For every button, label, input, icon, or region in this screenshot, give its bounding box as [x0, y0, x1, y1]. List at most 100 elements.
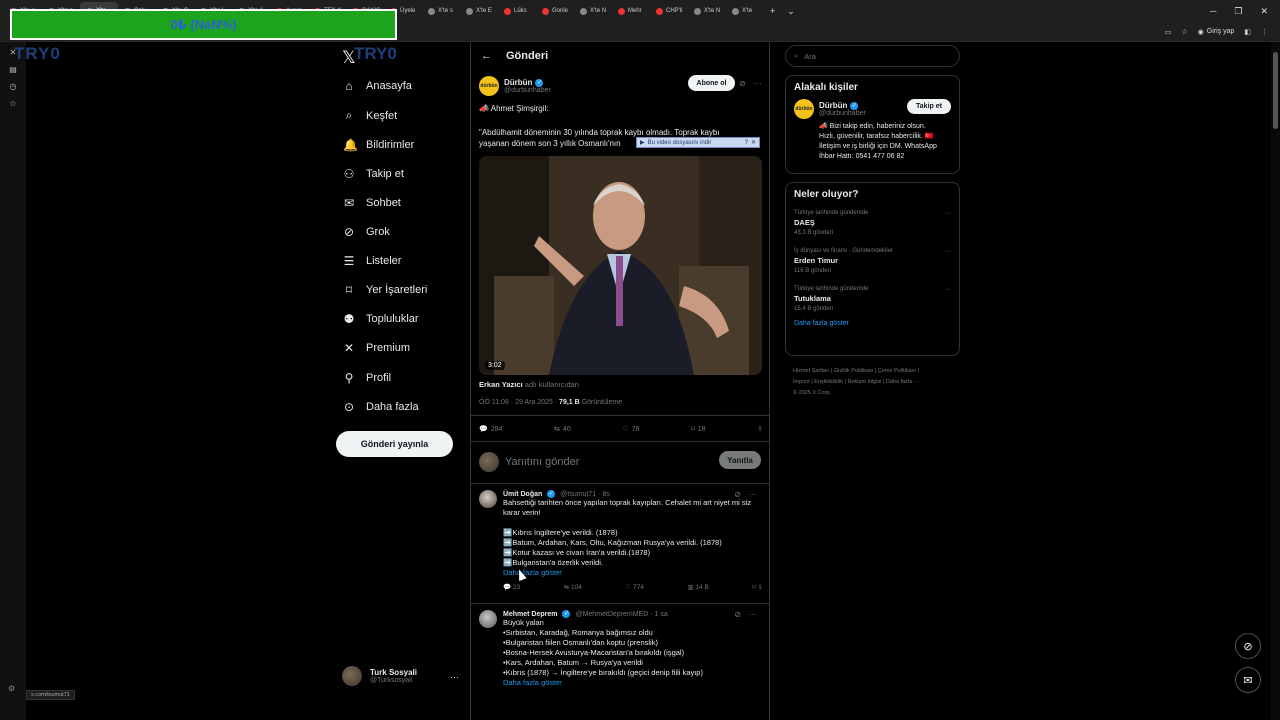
- browser-tab[interactable]: X'te: [726, 2, 764, 20]
- repost-action[interactable]: ⇆ 104: [564, 583, 582, 591]
- nav-item[interactable]: ⌂ Anasayfa: [343, 79, 412, 93]
- restore-icon[interactable]: ❐: [1234, 6, 1242, 17]
- browser-tab[interactable]: Mehr: [612, 2, 650, 20]
- browser-tab[interactable]: X'te E: [460, 2, 498, 20]
- subscribe-button[interactable]: Abone ol: [688, 75, 735, 91]
- grok-icon[interactable]: ⊘: [734, 610, 741, 619]
- footer-line[interactable]: Imprint | Erişilebilirlik | Reklam bilgi…: [793, 377, 953, 388]
- browser-tab[interactable]: X'te s: [422, 2, 460, 20]
- like-action[interactable]: ♡ 78: [622, 425, 639, 434]
- trend-item[interactable]: Türkiye tarihinde gündemde Tutuklama 15,…: [794, 286, 951, 312]
- minimize-icon[interactable]: ─: [1210, 6, 1216, 17]
- new-tab-button[interactable]: +: [764, 6, 781, 16]
- nav-item[interactable]: ⌑ Yer İşaretleri: [343, 283, 427, 297]
- more-options-icon[interactable]: ···: [749, 610, 757, 619]
- screen-icon[interactable]: ▭: [1165, 28, 1172, 36]
- follow-button[interactable]: Takip et: [907, 99, 951, 114]
- trend-item[interactable]: İş dünyası ve finans · Gündemdekiler Erd…: [794, 248, 951, 274]
- browser-tab[interactable]: CHP'li: [650, 2, 688, 20]
- more-options-icon[interactable]: ···: [754, 79, 762, 88]
- signin-button[interactable]: ◉ Giriş yap: [1198, 28, 1235, 36]
- more-options-icon[interactable]: ···: [944, 210, 951, 217]
- footer-line[interactable]: Hizmet Şartları | Gizlilik Politikası | …: [793, 366, 953, 377]
- messages-float-button[interactable]: ✉: [1235, 667, 1261, 693]
- close-window-icon[interactable]: ✕: [1260, 6, 1268, 17]
- like-action[interactable]: ♡ 774: [625, 583, 644, 591]
- reply-line: ➡️Kotur kazası ve civarı İran'a verildi.…: [503, 548, 651, 557]
- scrollbar-thumb[interactable]: [1273, 52, 1278, 129]
- grok-icon[interactable]: ⊘: [734, 490, 741, 499]
- back-arrow-icon[interactable]: ←: [481, 50, 492, 62]
- grok-icon[interactable]: ⊘: [739, 79, 746, 88]
- nav-item[interactable]: ✕ Premium: [343, 341, 410, 355]
- tagged-user[interactable]: Erkan Yazıcı: [479, 380, 523, 389]
- video-download-bar[interactable]: ▶ Bu video dosyasını indir ? ✕: [636, 137, 760, 148]
- related-person[interactable]: dürbün Dürbün ✓ @durbunhaber Takip et 📣 B…: [794, 99, 951, 162]
- nav-item-label: Anasayfa: [366, 80, 412, 92]
- nav-item[interactable]: ✉ Sohbet: [343, 196, 401, 210]
- nav-item[interactable]: 🔔 Bildirimler: [343, 138, 414, 152]
- bookmark-icon[interactable]: ⌑ ⇪: [752, 583, 763, 591]
- repost-count: 104: [570, 584, 582, 591]
- x-icon: ✕: [343, 341, 355, 355]
- repost-count: 40: [562, 425, 571, 433]
- nav-item[interactable]: ⚲ Profil: [343, 371, 391, 385]
- trend-category: İş dünyası ve finans · Gündemdekiler: [794, 248, 894, 254]
- video-frame: [479, 156, 762, 375]
- share-icon[interactable]: ⇪: [757, 425, 763, 433]
- history-icon[interactable]: ◷: [10, 82, 17, 91]
- reply-item[interactable]: Mehmet Deprem ✓ @MehmetDepremMED · 1 sa …: [479, 610, 763, 687]
- account-switcher[interactable]: Turk Sosyali @Turksosyali: [342, 666, 417, 686]
- ghost-logo: TRY0: [14, 44, 61, 63]
- sidebar-news-icon[interactable]: ▤: [9, 65, 17, 74]
- tab-label: Gorile: [552, 8, 569, 14]
- close-icon[interactable]: ✕: [751, 139, 756, 146]
- show-more-link[interactable]: Daha fazla göster: [503, 678, 763, 687]
- settings-gear-icon[interactable]: ⚙: [8, 684, 15, 693]
- show-more-link[interactable]: Daha fazla göster: [794, 320, 951, 327]
- post-button[interactable]: Gönderi yayınla: [336, 431, 453, 457]
- reply-action[interactable]: 💬 284: [479, 425, 502, 434]
- scrollbar[interactable]: [1271, 42, 1280, 720]
- nav-item[interactable]: ⊘ Grok: [343, 225, 390, 239]
- browser-tab[interactable]: X'te N: [688, 2, 726, 20]
- trend-item[interactable]: Türkiye tarihinde gündemde DAEŞ 43,3 B g…: [794, 210, 951, 236]
- bookmark-action[interactable]: ⌑ 18: [691, 425, 705, 434]
- reply-input[interactable]: Yanıtını gönder: [505, 456, 579, 468]
- more-options-icon[interactable]: ···: [749, 490, 757, 499]
- tweet-meta: ÖÖ 11:08 · 29 Ara 2025 · 79,1 B Görüntül…: [479, 399, 622, 406]
- favorites-icon[interactable]: ☆: [9, 99, 16, 108]
- reply-button[interactable]: Yanıtla: [719, 451, 761, 469]
- help-icon[interactable]: ?: [745, 140, 748, 146]
- views-action[interactable]: ▥ 14 B: [687, 583, 708, 591]
- tab-search-button[interactable]: ⌄: [781, 6, 801, 17]
- search-input[interactable]: ⌕ Ara: [785, 45, 960, 67]
- browser-tab[interactable]: X'te N: [574, 2, 612, 20]
- avatar: [479, 610, 497, 628]
- video-player[interactable]: 3:02: [479, 156, 762, 375]
- tweet-head-icons: ⊘ ···: [739, 79, 762, 88]
- nav-item[interactable]: ⚇ Takip et: [343, 167, 404, 181]
- more-options-icon[interactable]: ···: [944, 286, 951, 293]
- tweet-author[interactable]: dürbün Dürbün ✓ @durbunhaber: [479, 76, 551, 96]
- show-more-link[interactable]: Daha fazla göster: [503, 568, 763, 577]
- reply-line: ➡️Kıbrıs İngiltere'ye verildi. (1878): [503, 528, 618, 537]
- browser-tab[interactable]: Gorile: [536, 2, 574, 20]
- browser-tab[interactable]: Lüks: [498, 2, 536, 20]
- nav-item[interactable]: ⊙ Daha fazla: [343, 400, 419, 414]
- nav-item[interactable]: ⌕ Keşfet: [343, 108, 398, 123]
- star-icon[interactable]: ☆: [1181, 28, 1187, 36]
- extensions-icon[interactable]: ◧: [1244, 28, 1251, 36]
- reply-action[interactable]: 💬 23: [503, 583, 520, 591]
- more-options-icon[interactable]: ···: [944, 248, 951, 255]
- tab-favicon-icon: [504, 7, 511, 15]
- account-more-icon[interactable]: ···: [450, 672, 459, 682]
- tab-label: CHP'li: [666, 8, 683, 14]
- nav-item[interactable]: ⚉ Topluluklar: [343, 312, 419, 326]
- reply-line: •Kars, Ardahan, Batum → Rusya'ya verildi: [503, 658, 643, 667]
- bio-line: İhbar Hattı: 0541 477 06 82: [819, 153, 905, 160]
- grok-float-button[interactable]: ⊘: [1235, 633, 1261, 659]
- repost-action[interactable]: ⇆ 40: [554, 425, 571, 434]
- menu-icon[interactable]: ⋮: [1261, 28, 1268, 36]
- nav-item[interactable]: ☰ Listeler: [343, 254, 402, 268]
